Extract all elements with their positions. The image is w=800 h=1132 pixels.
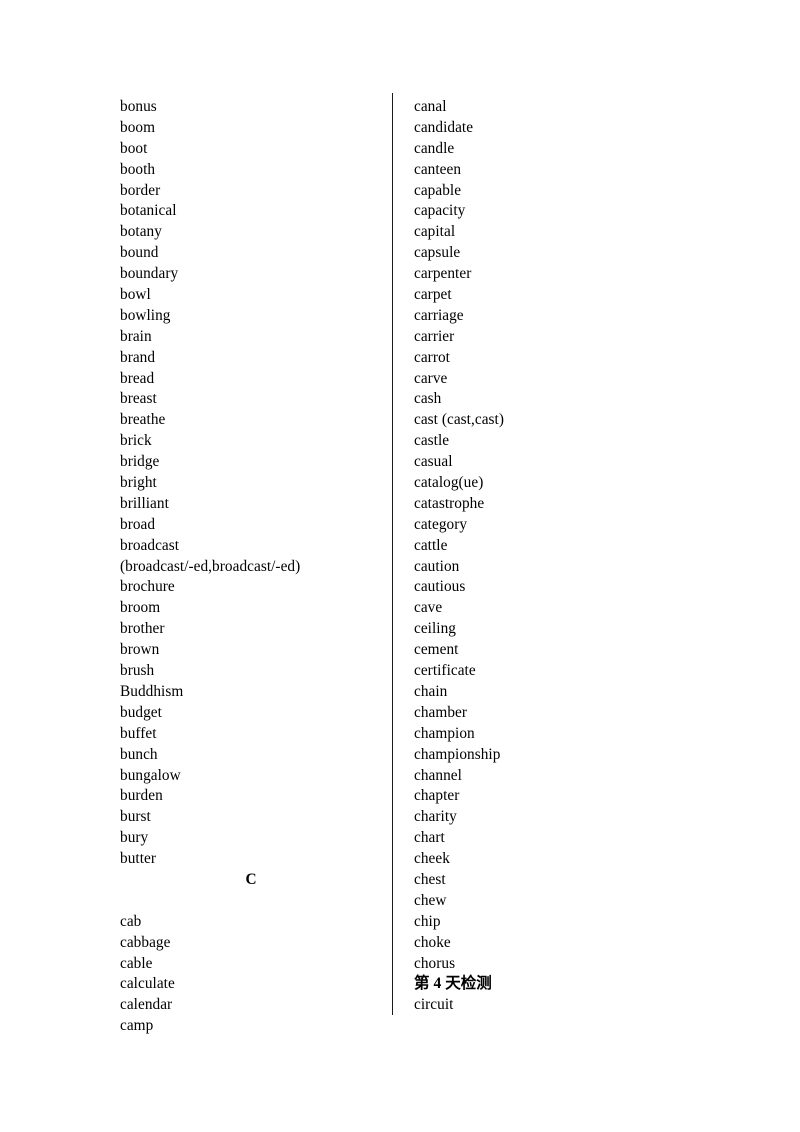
- word-list-entry: chorus: [414, 954, 456, 972]
- word-list-entry: casual: [414, 453, 453, 471]
- word-list-entry: cheek: [414, 850, 450, 868]
- word-list-entry: cement: [414, 641, 459, 659]
- day-checkpoint-marker: 第 4 天检测: [414, 975, 492, 993]
- word-list-entry: chain: [414, 682, 448, 700]
- word-list-entry: carpet: [414, 286, 452, 304]
- word-list-entry: budget: [120, 703, 162, 721]
- word-list-entry: cautious: [414, 578, 466, 596]
- word-list-entry: bowl: [120, 286, 151, 304]
- word-list-entry: carve: [414, 369, 448, 387]
- word-list-entry: (broadcast/-ed,broadcast/-ed): [120, 557, 301, 575]
- word-list-entry: brand: [120, 348, 156, 366]
- word-list-entry: category: [414, 515, 468, 533]
- word-list-entry: chest: [414, 870, 446, 888]
- word-list-entry: circuit: [414, 996, 454, 1014]
- word-list-entry: bound: [120, 244, 159, 262]
- word-list-entry: caution: [414, 557, 460, 575]
- word-list-entry: carriage: [414, 306, 464, 324]
- word-list-entry: bungalow: [120, 766, 181, 784]
- word-list-entry: carpenter: [414, 265, 472, 283]
- word-list-entry: cash: [414, 390, 442, 408]
- word-list-entry: brochure: [120, 578, 175, 596]
- word-list-entry: charity: [414, 808, 457, 826]
- word-list-entry: brother: [120, 620, 165, 638]
- word-list-entry: candle: [414, 139, 455, 157]
- word-list-entry: chart: [414, 829, 445, 847]
- word-list-entry: cave: [414, 599, 443, 617]
- word-list-entry: bread: [120, 369, 155, 387]
- word-list-entry: capsule: [414, 244, 461, 262]
- word-list-entry: carrot: [414, 348, 450, 366]
- word-list-entry: cast (cast,cast): [414, 411, 504, 429]
- word-list-entry: broadcast: [120, 536, 180, 554]
- word-list-entry: choke: [414, 933, 451, 951]
- word-list-entry: border: [120, 181, 161, 199]
- word-list-entry: buffet: [120, 724, 157, 742]
- word-list-entry: broad: [120, 515, 156, 533]
- word-list-entry: booth: [120, 160, 156, 178]
- word-list-entry: catalog(ue): [414, 474, 484, 492]
- word-list-entry: boot: [120, 139, 148, 157]
- word-list-entry: bridge: [120, 453, 160, 471]
- word-list-entry: butter: [120, 850, 156, 868]
- word-list-entry: bowling: [120, 306, 171, 324]
- word-list-entry: camp: [120, 1017, 154, 1035]
- word-list-entry: champion: [414, 724, 475, 742]
- word-list-entry: candidate: [414, 118, 474, 136]
- column-divider: [392, 93, 394, 1015]
- word-list-entry: chew: [414, 891, 447, 909]
- word-list-entry: bury: [120, 829, 149, 847]
- word-list-entry: canteen: [414, 160, 462, 178]
- word-list-entry: breast: [120, 390, 157, 408]
- word-list-entry: breathe: [120, 411, 166, 429]
- word-list-entry: chamber: [414, 703, 468, 721]
- word-list-entry: chip: [414, 912, 441, 930]
- word-list-entry: cab: [120, 912, 142, 930]
- word-list-entry: Buddhism: [120, 682, 184, 700]
- word-list-entry: brain: [120, 327, 152, 345]
- word-list-entry: brilliant: [120, 494, 169, 512]
- word-list-entry: bonus: [120, 98, 157, 115]
- word-list-entry: capital: [414, 223, 456, 241]
- word-list-entry: castle: [414, 432, 450, 450]
- word-list-entry: calculate: [120, 975, 175, 993]
- word-list-entry: brush: [120, 662, 155, 680]
- word-list-entry: channel: [414, 766, 462, 784]
- word-list-entry: canal: [414, 98, 447, 115]
- section-heading-c: C: [245, 870, 257, 888]
- right-word-column: canal candidate candle canteen capable capaci…: [414, 97, 714, 1016]
- word-list-entry: cable: [120, 954, 153, 972]
- word-list-entry: chapter: [414, 787, 460, 805]
- word-list-entry: certificate: [414, 662, 476, 680]
- word-list-entry: boom: [120, 118, 156, 136]
- word-list-entry: bunch: [120, 745, 158, 763]
- vocabulary-page: bonus boom boot booth border botanical botany b…: [0, 0, 800, 1132]
- word-list-entry: broom: [120, 599, 161, 617]
- word-list-entry: ceiling: [414, 620, 456, 638]
- word-list-entry: bright: [120, 474, 157, 492]
- word-list-entry: burden: [120, 787, 163, 805]
- word-list-entry: boundary: [120, 265, 179, 283]
- word-list-entry: capable: [414, 181, 462, 199]
- word-list-entry: botanical: [120, 202, 177, 220]
- word-list-entry: botany: [120, 223, 162, 241]
- word-list-entry: championship: [414, 745, 501, 763]
- word-list-entry: cabbage: [120, 933, 171, 951]
- word-list-entry: carrier: [414, 327, 455, 345]
- word-list-entry: capacity: [414, 202, 466, 220]
- word-list-entry: brick: [120, 432, 152, 450]
- left-word-column: bonus boom boot booth border botanical botany b…: [120, 97, 382, 1037]
- word-list-entry: catastrophe: [414, 494, 485, 512]
- word-list-entry: calendar: [120, 996, 173, 1014]
- word-list-entry: burst: [120, 808, 151, 826]
- word-list-entry: brown: [120, 641, 160, 659]
- word-list-entry: cattle: [414, 536, 448, 554]
